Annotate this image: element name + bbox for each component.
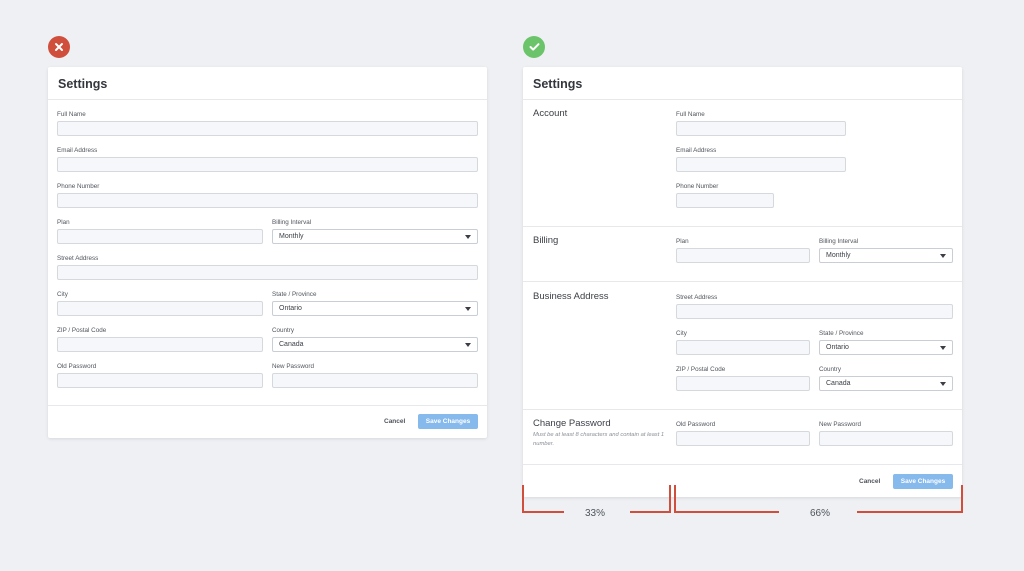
full-name-label: Full Name — [676, 111, 705, 118]
state-select[interactable]: Ontario — [819, 340, 953, 355]
country-value: Canada — [279, 341, 304, 348]
street-label: Street Address — [676, 294, 718, 301]
chevron-down-icon — [465, 307, 471, 311]
country-label: Country — [272, 327, 295, 334]
street-input[interactable] — [676, 304, 953, 319]
divider — [523, 281, 962, 282]
chevron-down-icon — [465, 343, 471, 347]
billing-interval-value: Monthly — [279, 233, 304, 240]
x-icon — [55, 43, 63, 51]
cancel-button[interactable]: Cancel — [859, 478, 880, 485]
bracket-66-right-edge — [961, 485, 963, 513]
divider — [523, 99, 962, 100]
zip-label: ZIP / Postal Code — [676, 366, 726, 373]
city-label: City — [57, 291, 68, 298]
plan-input[interactable] — [57, 229, 263, 244]
state-select[interactable]: Ontario — [272, 301, 478, 316]
check-icon — [529, 43, 539, 51]
billing-interval-label: Billing Interval — [272, 219, 312, 226]
phone-label: Phone Number — [676, 183, 719, 190]
divider — [48, 99, 487, 100]
bracket-33-left-edge — [522, 485, 524, 513]
email-input[interactable] — [676, 157, 846, 172]
divider — [523, 226, 962, 227]
settings-card-sectioned: Settings Account Full Name Email Address… — [523, 67, 962, 497]
new-password-input[interactable] — [819, 431, 953, 446]
section-title-change-password: Change Password — [533, 418, 611, 429]
phone-label: Phone Number — [57, 183, 100, 190]
section-title-business-address: Business Address — [533, 291, 609, 302]
bracket-33-bottom-right — [630, 511, 671, 513]
country-label: Country — [819, 366, 842, 373]
zip-input[interactable] — [57, 337, 263, 352]
page-title: Settings — [58, 77, 108, 91]
divider — [48, 405, 487, 406]
email-label: Email Address — [57, 147, 98, 154]
old-password-input[interactable] — [57, 373, 263, 388]
bad-example-badge — [48, 36, 70, 58]
old-password-label: Old Password — [57, 363, 97, 370]
password-requirements-hint: Must be at least 8 characters and contai… — [533, 432, 665, 447]
plan-label: Plan — [57, 219, 70, 226]
chevron-down-icon — [940, 346, 946, 350]
country-select[interactable]: Canada — [819, 376, 953, 391]
section-title-billing: Billing — [533, 235, 559, 246]
billing-interval-select[interactable]: Monthly — [819, 248, 953, 263]
zip-label: ZIP / Postal Code — [57, 327, 107, 334]
section-title-account: Account — [533, 108, 568, 119]
phone-input[interactable] — [676, 193, 774, 208]
cancel-button[interactable]: Cancel — [384, 418, 405, 425]
new-password-input[interactable] — [272, 373, 478, 388]
phone-input[interactable] — [57, 193, 478, 208]
city-label: City — [676, 330, 687, 337]
divider — [523, 464, 962, 465]
email-label: Email Address — [676, 147, 717, 154]
billing-interval-value: Monthly — [826, 252, 851, 259]
city-input[interactable] — [57, 301, 263, 316]
bracket-33-right-edge — [669, 485, 671, 513]
label-33-percent: 33% — [585, 508, 606, 519]
new-password-label: New Password — [272, 363, 314, 370]
billing-interval-select[interactable]: Monthly — [272, 229, 478, 244]
full-name-input[interactable] — [57, 121, 478, 136]
good-example-badge — [523, 36, 545, 58]
full-name-label: Full Name — [57, 111, 86, 118]
bracket-66-bottom-left — [674, 511, 779, 513]
bracket-33-bottom-left — [522, 511, 564, 513]
city-input[interactable] — [676, 340, 810, 355]
country-value: Canada — [826, 380, 851, 387]
state-value: Ontario — [279, 305, 302, 312]
bracket-66-left-edge — [674, 485, 676, 513]
new-password-label: New Password — [819, 421, 861, 428]
state-label: State / Province — [819, 330, 864, 337]
bracket-66-bottom-right — [857, 511, 963, 513]
settings-card-single-column: Settings Full Name Email Address Phone N… — [48, 67, 487, 438]
save-changes-button[interactable]: Save Changes — [893, 474, 953, 489]
divider — [523, 409, 962, 410]
chevron-down-icon — [465, 235, 471, 239]
street-label: Street Address — [57, 255, 99, 262]
full-name-input[interactable] — [676, 121, 846, 136]
save-changes-button[interactable]: Save Changes — [418, 414, 478, 429]
country-select[interactable]: Canada — [272, 337, 478, 352]
state-value: Ontario — [826, 344, 849, 351]
chevron-down-icon — [940, 382, 946, 386]
zip-input[interactable] — [676, 376, 810, 391]
label-66-percent: 66% — [810, 508, 831, 519]
state-label: State / Province — [272, 291, 317, 298]
street-input[interactable] — [57, 265, 478, 280]
page-title: Settings — [533, 77, 583, 91]
old-password-label: Old Password — [676, 421, 716, 428]
plan-input[interactable] — [676, 248, 810, 263]
old-password-input[interactable] — [676, 431, 810, 446]
chevron-down-icon — [940, 254, 946, 258]
billing-interval-label: Billing Interval — [819, 238, 859, 245]
email-input[interactable] — [57, 157, 478, 172]
plan-label: Plan — [676, 238, 689, 245]
